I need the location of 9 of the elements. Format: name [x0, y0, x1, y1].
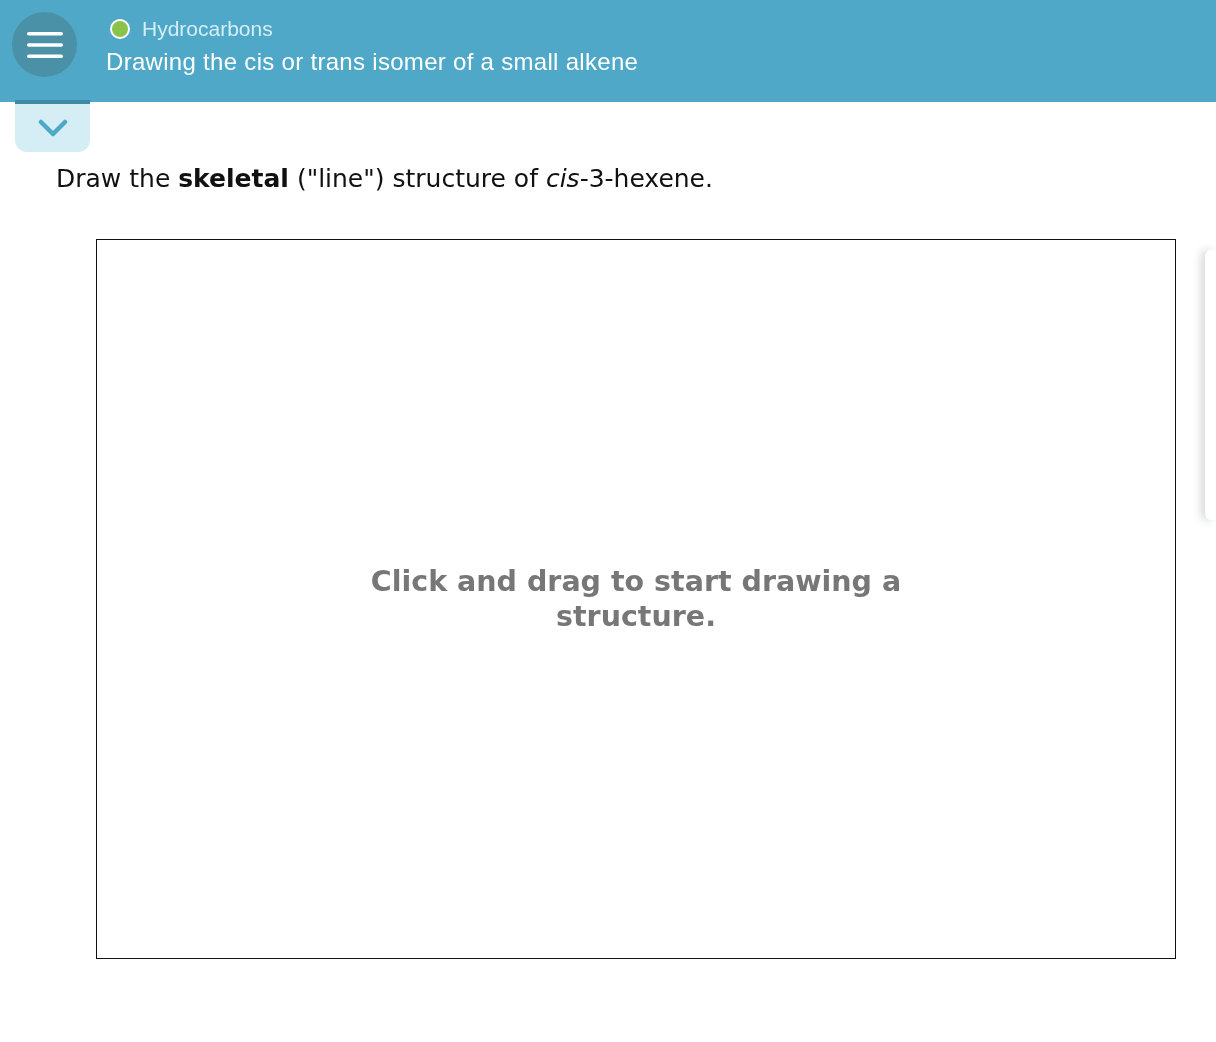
- assignment-title: Drawing the cis or trans isomer of a small alkene: [106, 49, 639, 75]
- canvas-placeholder: Click and drag to start drawing a structure.: [369, 564, 903, 634]
- menu-icon: [26, 31, 63, 58]
- question-prompt: Draw the skeletal ("line") structure of cis-3-hexene.: [56, 164, 713, 194]
- chevron-down-icon: [37, 119, 68, 137]
- drawing-canvas[interactable]: Click and drag to start drawing a structure.: [96, 239, 1176, 959]
- expand-toggle[interactable]: [15, 100, 90, 152]
- topic-label: Hydrocarbons: [142, 19, 273, 39]
- status-dot-icon: [110, 19, 130, 39]
